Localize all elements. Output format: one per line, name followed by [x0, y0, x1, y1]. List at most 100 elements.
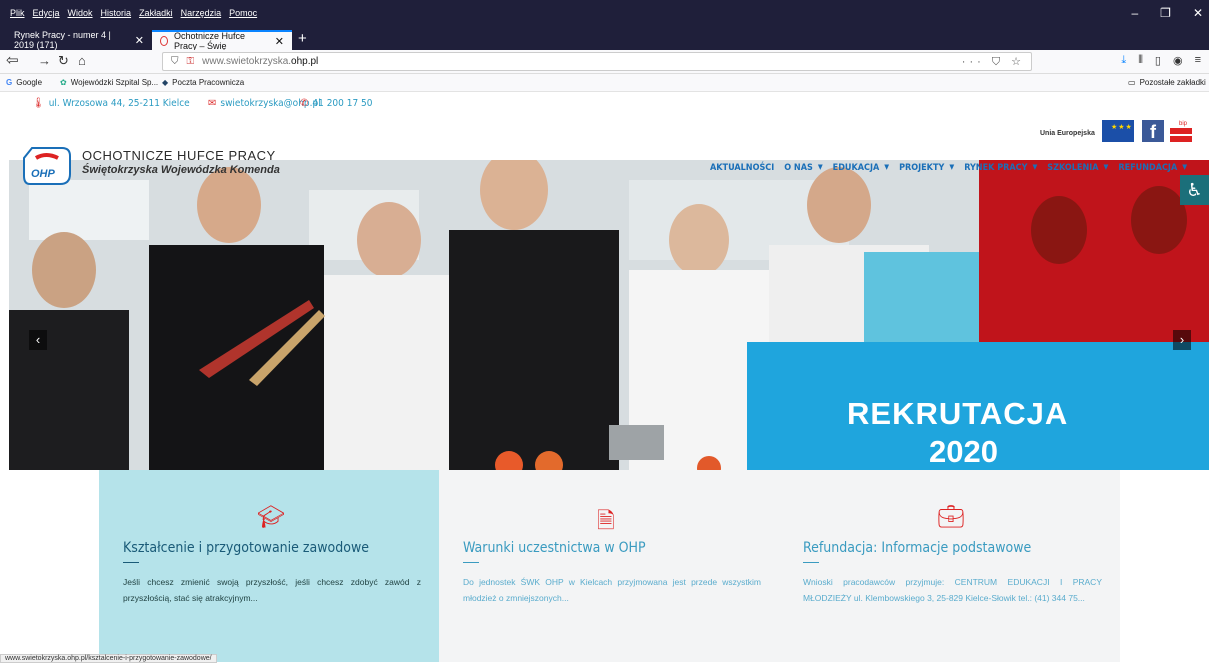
eu-label: Unia Europejska	[1040, 130, 1095, 137]
card-refundacja[interactable]: 💼︎ Refundacja: Informacje podstawowe Wni…	[779, 470, 1120, 662]
menu-history[interactable]: Historia	[101, 8, 132, 18]
slider-prev-button[interactable]: ‹	[29, 330, 47, 350]
insecure-lock-icon[interactable]: ⚿	[187, 56, 195, 67]
reload-icon[interactable]: ↻	[58, 53, 69, 69]
card-divider	[463, 562, 479, 563]
card-divider	[123, 562, 139, 563]
eu-flag-icon[interactable]: ★★★	[1102, 120, 1134, 142]
ohp-logo[interactable]: OHP	[22, 144, 72, 188]
card-warunki[interactable]: 🗎 Warunki uczestnictwa w OHP Do jednoste…	[439, 470, 779, 662]
url-domain: ohp.pl	[291, 56, 319, 67]
caret-down-icon: ▼	[817, 163, 823, 171]
nav-label: AKTUALNOŚCI	[710, 163, 775, 173]
contact-bar: 🌡︎ ul. Wrzosowa 44, 25-211 Kielce ✉ swie…	[0, 92, 1209, 152]
accessibility-icon[interactable]: ♿	[1180, 175, 1209, 205]
other-bookmarks[interactable]: ▭ Pozostałe zakładki	[1128, 78, 1206, 87]
forward-icon[interactable]: →	[38, 53, 51, 68]
bookmark-mail[interactable]: ◆ Poczta Pracownicza	[162, 78, 244, 87]
brand-subtitle: Świętokrzyska Wojewódzka Komenda	[82, 164, 280, 176]
bookmark-hospital[interactable]: ✿ Wojewódzki Szpital Sp...	[60, 78, 158, 87]
document-icon: 🗎	[597, 508, 615, 533]
menu-help[interactable]: Pomoc	[229, 8, 257, 18]
facebook-icon[interactable]: f	[1142, 120, 1164, 142]
card-text: Wnioski pracodawców przyjmuje: CENTRUM E…	[803, 577, 1102, 603]
nav-label: SZKOLENIA	[1047, 163, 1099, 173]
favicon-icon	[160, 36, 169, 46]
bookmark-mail-icon: ◆	[162, 78, 169, 87]
hero-headline: REKRUTACJA	[847, 396, 1069, 431]
card-text: Do jednostek ŚWK OHP w Kielcach przyjmow…	[463, 577, 761, 603]
nav-edukacja[interactable]: EDUKACJA ▼	[833, 163, 889, 173]
menu-file[interactable]: Plik	[10, 8, 25, 18]
nav-aktualnosci[interactable]: AKTUALNOŚCI	[710, 163, 774, 173]
caret-down-icon: ▼	[884, 163, 890, 171]
bookmarks-bar: G Google ✿ Wojewódzki Szpital Sp... ◆ Po…	[0, 74, 1209, 92]
bookmark-label: Wojewódzki Szpital Sp...	[70, 78, 159, 87]
card-title[interactable]: Refundacja: Informacje podstawowe	[803, 540, 1031, 556]
back-icon[interactable]: ⇦	[6, 51, 19, 69]
new-tab-icon[interactable]: +	[298, 30, 307, 47]
shield-icon[interactable]: ⛉	[171, 56, 179, 67]
account-icon[interactable]: ◉	[1173, 54, 1183, 67]
close-tab-icon[interactable]: ✕	[135, 34, 144, 47]
tab-bar: Rynek Pracy - numer 4 | 2019 (171) ✕ Och…	[0, 28, 1209, 51]
nav-refundacja[interactable]: REFUNDACJA ▼	[1118, 163, 1187, 173]
caret-down-icon: ▼	[1103, 163, 1109, 171]
card-text: Jeśli chcesz zmienić swoją przyszłość, j…	[123, 577, 421, 603]
nav-label: RYNEK PRACY	[964, 163, 1028, 173]
card-ksztalcenie[interactable]: 🎓︎ Kształcenie i przygotowanie zawodowe …	[99, 470, 439, 662]
contact-address: 🌡︎ ul. Wrzosowa 44, 25-211 Kielce	[32, 98, 190, 109]
card-divider	[803, 562, 819, 563]
nav-label: EDUKACJA	[832, 163, 880, 173]
card-title[interactable]: Warunki uczestnictwa w OHP	[463, 540, 646, 556]
menu-view[interactable]: Widok	[68, 8, 93, 18]
nav-rynek-pracy[interactable]: RYNEK PRACY ▼	[964, 163, 1037, 173]
close-window-icon[interactable]: ✕	[1193, 6, 1203, 20]
card-title[interactable]: Kształcenie i przygotowanie zawodowe	[123, 540, 369, 556]
tab-ohp[interactable]: Ochotnicze Hufce Pracy – Świę ✕	[152, 30, 292, 51]
url-bar[interactable]: ⛉ ⚿ www.swietokrzyska.ohp.pl ··· ⛉ ☆	[162, 52, 1032, 71]
caret-down-icon: ▼	[949, 163, 955, 171]
location-pin-icon: 🌡︎	[32, 98, 45, 109]
menu-list: Plik Edycja Widok Historia Zakładki Narz…	[10, 8, 257, 18]
tab-label: Ochotnicze Hufce Pracy – Świę	[174, 31, 246, 51]
logo-text: OHP	[31, 168, 56, 180]
tab-rynek-pracy[interactable]: Rynek Pracy - numer 4 | 2019 (171) ✕	[6, 30, 152, 50]
nav-label: PROJEKTY	[899, 163, 945, 173]
hero-slider: ‹ › REKRUTACJA 2020	[9, 160, 1209, 470]
contact-phone[interactable]: ✆ 41 200 17 50	[300, 98, 372, 109]
menu-bookmarks[interactable]: Zakładki	[139, 8, 173, 18]
nav-label: REFUNDACJA	[1118, 163, 1178, 173]
main-nav: AKTUALNOŚCI O NAS ▼ EDUKACJA ▼ PROJEKTY ▼ R…	[710, 163, 1187, 173]
page-actions-icon[interactable]: ··· ⛉ ☆	[962, 55, 1025, 69]
slider-next-button[interactable]: ›	[1173, 330, 1191, 350]
download-icon[interactable]: ⤓	[1121, 54, 1126, 67]
bip-icon[interactable]: bip	[1170, 118, 1192, 144]
minimize-icon[interactable]: –	[1131, 6, 1138, 20]
bookmark-site-icon: ✿	[60, 78, 67, 87]
browser-menubar: Plik Edycja Widok Historia Zakładki Narz…	[0, 0, 1209, 28]
close-tab-icon[interactable]: ✕	[275, 35, 284, 48]
url-prefix: www.swietokrzyska.	[202, 56, 292, 67]
nav-projekty[interactable]: PROJEKTY ▼	[899, 163, 954, 173]
graduation-cap-icon: 🎓︎	[257, 504, 285, 529]
nav-szkolenia[interactable]: SZKOLENIA ▼	[1047, 163, 1108, 173]
folder-icon: ▭	[1128, 78, 1136, 87]
phone-icon: ✆	[300, 98, 309, 109]
nav-toolbar: ⇦ → ↻ ⌂ ⛉ ⚿ www.swietokrzyska.ohp.pl ···…	[0, 50, 1209, 74]
other-bookmarks-label: Pozostałe zakładki	[1139, 78, 1206, 87]
nav-o-nas[interactable]: O NAS ▼	[784, 163, 822, 173]
tab-label: Rynek Pracy - numer 4 | 2019 (171)	[14, 30, 111, 50]
bookmark-google[interactable]: G Google	[6, 78, 42, 87]
bookmark-label: Google	[16, 78, 43, 87]
home-icon[interactable]: ⌂	[78, 53, 86, 68]
menu-edit[interactable]: Edycja	[33, 8, 60, 18]
sidebar-icon[interactable]: ▯	[1155, 54, 1161, 67]
brand-name: OCHOTNICZE HUFCE PRACY	[82, 148, 276, 163]
envelope-icon: ✉	[208, 98, 217, 109]
library-icon[interactable]: ⫴	[1138, 54, 1143, 67]
menu-tools[interactable]: Narzędzia	[181, 8, 222, 18]
restore-icon[interactable]: ❐	[1160, 6, 1171, 20]
caret-down-icon: ▼	[1182, 163, 1188, 171]
hamburger-menu-icon[interactable]: ≡	[1195, 54, 1201, 67]
